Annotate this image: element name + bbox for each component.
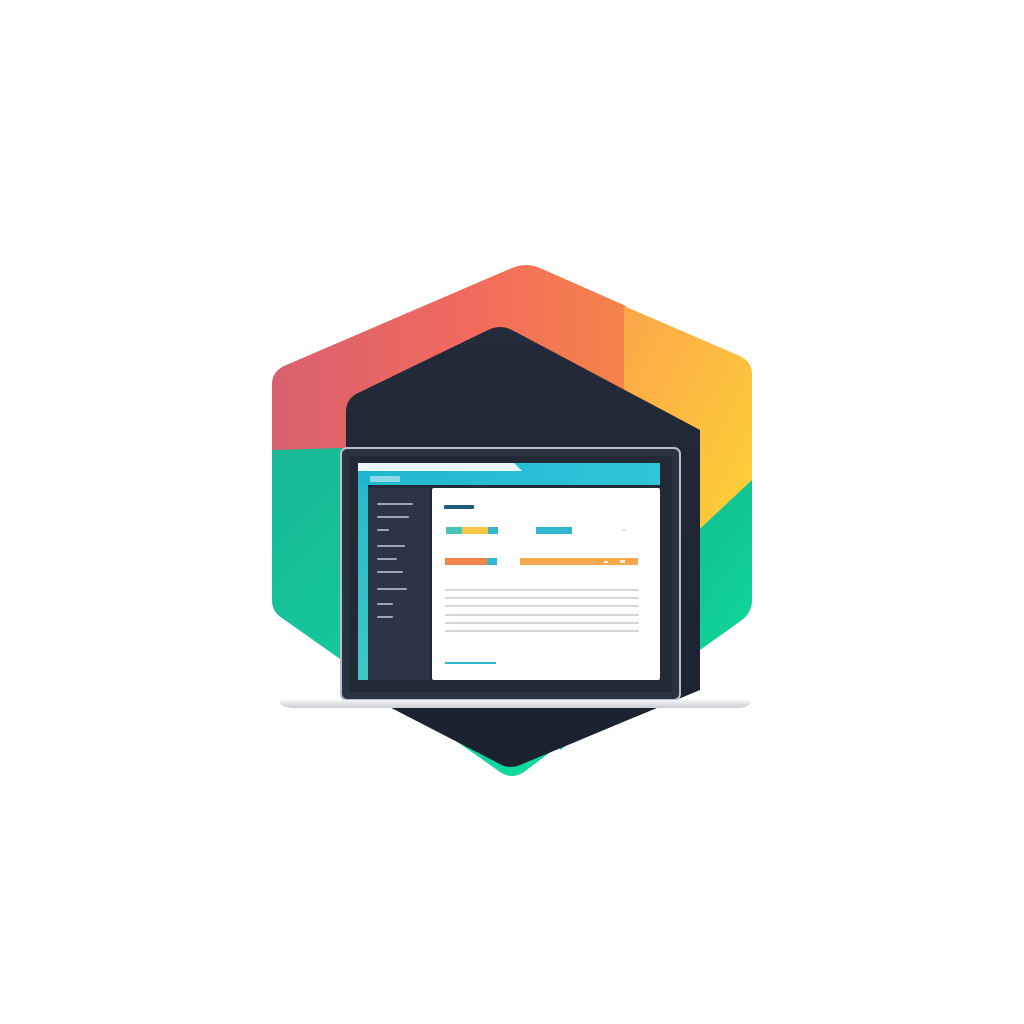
logo-canvas bbox=[0, 0, 1024, 1024]
content-panel bbox=[432, 488, 660, 680]
dashboard-window bbox=[358, 463, 660, 680]
stat-chip-blue bbox=[488, 527, 498, 534]
progress-bar-blue bbox=[487, 558, 497, 565]
progress-bar-orange bbox=[445, 558, 487, 565]
sidebar-accent bbox=[358, 485, 368, 680]
laptop-icon bbox=[279, 447, 751, 708]
stat-chip-yellow bbox=[462, 527, 488, 534]
window-title-text bbox=[370, 476, 400, 482]
laptop-dashboard-logo bbox=[272, 265, 752, 776]
stat-chip-teal bbox=[446, 527, 462, 534]
content-heading bbox=[444, 505, 474, 509]
stat-chip-cyan bbox=[536, 527, 572, 534]
laptop-base bbox=[279, 700, 751, 708]
